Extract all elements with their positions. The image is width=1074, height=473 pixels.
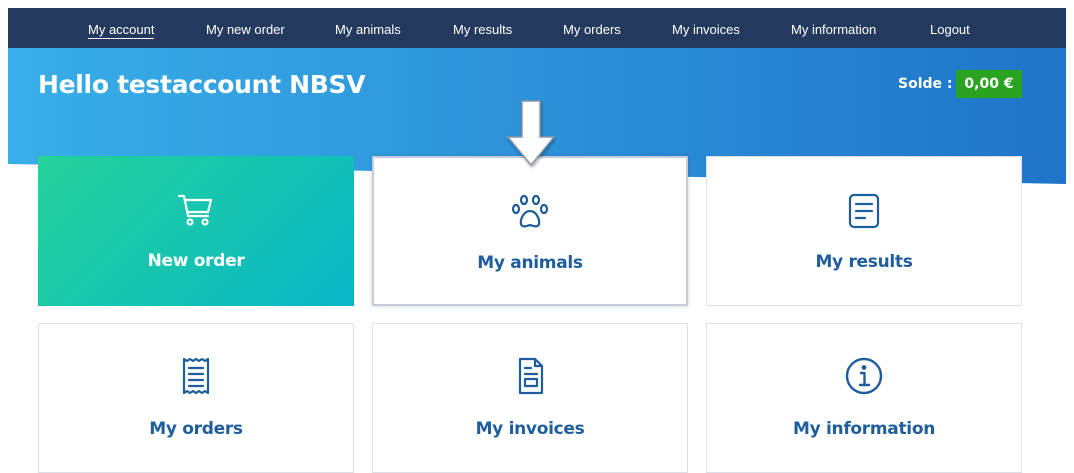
receipt-icon — [182, 357, 210, 395]
nav-my-animals[interactable]: My animals — [335, 8, 401, 48]
nav-my-account[interactable]: My account — [88, 8, 155, 48]
shopping-cart-icon — [177, 194, 213, 226]
my-animals-label: My animals — [477, 253, 583, 273]
my-orders-label: My orders — [149, 419, 243, 439]
invoice-icon — [518, 357, 544, 395]
greeting-title: Hello testaccount NBSV — [38, 70, 366, 99]
my-invoices-card[interactable]: My invoices — [372, 323, 688, 473]
nav-my-new-order[interactable]: My new order — [206, 8, 285, 48]
new-order-label: New order — [147, 251, 245, 271]
balance-value: 0,00 € — [956, 70, 1022, 98]
my-information-card[interactable]: My information — [706, 323, 1022, 473]
nav-my-results[interactable]: My results — [453, 8, 512, 48]
info-icon — [845, 357, 883, 395]
down-arrow-icon — [506, 100, 556, 167]
document-lines-icon — [848, 193, 880, 229]
new-order-card[interactable]: New order — [38, 156, 354, 306]
paw-icon — [511, 194, 549, 228]
my-results-label: My results — [815, 252, 913, 272]
my-results-card[interactable]: My results — [706, 156, 1022, 306]
my-orders-card[interactable]: My orders — [38, 323, 354, 473]
nav-my-orders[interactable]: My orders — [563, 8, 621, 48]
my-animals-card[interactable]: My animals — [372, 156, 688, 306]
nav-my-invoices[interactable]: My invoices — [672, 8, 740, 48]
my-information-label: My information — [792, 419, 936, 439]
balance-label: Solde : — [898, 76, 953, 92]
nav-logout[interactable]: Logout — [930, 8, 970, 48]
nav-my-information[interactable]: My information — [791, 8, 876, 48]
my-invoices-label: My invoices — [475, 419, 585, 439]
top-navigation-bar: My account My new order My animals My re… — [8, 8, 1066, 48]
nav-my-account-label: My account — [88, 22, 155, 39]
